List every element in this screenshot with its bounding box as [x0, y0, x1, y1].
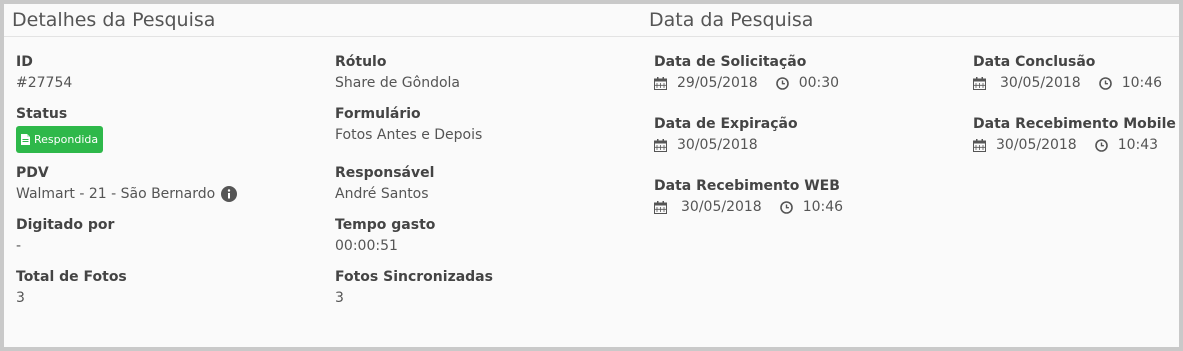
expiracao-label: Data de Expiração: [654, 116, 798, 132]
total-fotos-field: Total de Fotos 3: [16, 268, 127, 307]
rotulo-value: Share de Gôndola: [335, 75, 461, 91]
clock-icon: [775, 76, 789, 90]
digitado-field: Digitado por -: [16, 216, 114, 255]
status-label: Status: [16, 106, 68, 122]
expiracao-field: Data de Expiração 30/05/2018: [654, 115, 798, 154]
calendar-icon: [973, 76, 986, 90]
dates-title: Data da Pesquisa: [649, 9, 814, 31]
status-badge: Respondida: [16, 126, 104, 153]
id-label: ID: [16, 54, 33, 70]
tempo-field: Tempo gasto 00:00:51: [335, 216, 435, 255]
total-fotos-label: Total de Fotos: [16, 269, 127, 285]
clock-icon: [1098, 76, 1112, 90]
calendar-icon: [654, 138, 667, 152]
pdv-value: Walmart - 21 - São Bernardo: [16, 186, 216, 202]
formulario-field: Formulário Fotos Antes e Depois: [335, 105, 482, 144]
pdv-field: PDV Walmart - 21 - São Bernardo: [16, 164, 238, 203]
solicitacao-date: 29/05/2018: [677, 75, 758, 91]
header-divider: [4, 36, 1179, 37]
web-date: 30/05/2018: [681, 199, 762, 215]
conclusao-field: Data Conclusão 30/05/2018 10:46: [973, 53, 1162, 92]
conclusao-label: Data Conclusão: [973, 54, 1096, 70]
responsavel-value: André Santos: [335, 186, 429, 202]
web-time: 10:46: [802, 199, 844, 215]
solicitacao-field: Data de Solicitação 29/05/2018 00:30: [654, 53, 839, 92]
formulario-label: Formulário: [335, 106, 421, 122]
calendar-icon: [973, 138, 986, 152]
mobile-label: Data Recebimento Mobile: [973, 116, 1176, 132]
expiracao-date: 30/05/2018: [677, 137, 758, 153]
digitado-label: Digitado por: [16, 217, 115, 233]
status-field: Status Respondida: [16, 105, 104, 153]
solicitacao-time: 00:30: [798, 75, 840, 91]
id-field: ID #27754: [16, 53, 72, 92]
tempo-label: Tempo gasto: [335, 217, 436, 233]
total-fotos-value: 3: [16, 290, 25, 306]
calendar-icon: [654, 76, 667, 90]
tempo-value: 00:00:51: [335, 238, 398, 254]
details-title: Detalhes da Pesquisa: [12, 9, 216, 31]
web-field: Data Recebimento WEB 30/05/2018 10:46: [654, 177, 843, 216]
responsavel-field: Responsável André Santos: [335, 164, 434, 203]
survey-panel: Detalhes da Pesquisa Data da Pesquisa ID…: [4, 4, 1179, 347]
mobile-field: Data Recebimento Mobile 30/05/2018 10:43: [973, 115, 1176, 154]
rotulo-label: Rótulo: [335, 54, 387, 70]
conclusao-date: 30/05/2018: [1000, 75, 1081, 91]
sincronizadas-label: Fotos Sincronizadas: [335, 269, 493, 285]
responsavel-label: Responsável: [335, 165, 435, 181]
sincronizadas-field: Fotos Sincronizadas 3: [335, 268, 493, 307]
id-value: #27754: [16, 75, 73, 91]
formulario-value: Fotos Antes e Depois: [335, 127, 483, 143]
sincronizadas-value: 3: [335, 290, 344, 306]
mobile-date: 30/05/2018: [996, 137, 1077, 153]
digitado-value: -: [16, 238, 22, 254]
document-icon: [21, 134, 30, 145]
rotulo-field: Rótulo Share de Gôndola: [335, 53, 460, 92]
info-icon[interactable]: [221, 186, 238, 202]
solicitacao-label: Data de Solicitação: [654, 54, 807, 70]
calendar-icon: [654, 200, 667, 214]
clock-icon: [1094, 138, 1108, 152]
web-label: Data Recebimento WEB: [654, 178, 840, 194]
pdv-label: PDV: [16, 165, 49, 181]
mobile-time: 10:43: [1117, 137, 1159, 153]
clock-icon: [779, 200, 793, 214]
status-badge-label: Respondida: [34, 133, 99, 146]
conclusao-time: 10:46: [1121, 75, 1163, 91]
